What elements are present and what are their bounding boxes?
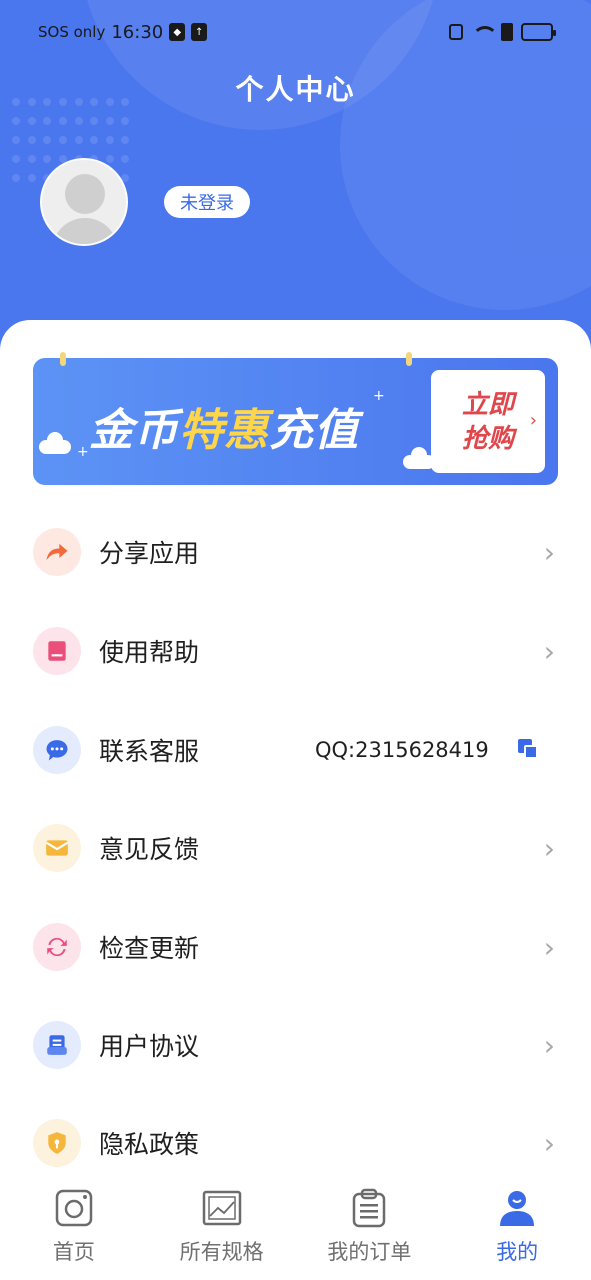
menu-label: 分享应用 xyxy=(99,539,200,568)
book-icon xyxy=(33,627,81,675)
status-left: SOS only 16:30 ◆ ↑ xyxy=(38,21,208,43)
camera-icon xyxy=(54,1188,94,1228)
menu-label: 检查更新 xyxy=(99,934,200,963)
banner-pin xyxy=(406,352,412,366)
login-status-button[interactable]: 未登录 xyxy=(164,186,250,218)
menu-item-privacy[interactable]: 隐私政策 › xyxy=(0,1094,591,1192)
tab-mine[interactable]: 我的 xyxy=(443,1188,591,1266)
avatar[interactable] xyxy=(40,158,128,246)
document-icon xyxy=(33,1021,81,1069)
status-right xyxy=(449,23,556,41)
cloud-icon xyxy=(39,432,71,454)
tab-label: 首页 xyxy=(52,1240,95,1264)
menu-label: 用户协议 xyxy=(99,1032,200,1061)
avatar-body xyxy=(52,218,118,244)
chevron-right-icon: › xyxy=(543,634,555,668)
menu-item-contact[interactable]: 联系客服 QQ:2315628419 xyxy=(0,701,591,799)
menu-item-feedback[interactable]: 意见反馈 › xyxy=(0,799,591,897)
shield-status-icon: ◆ xyxy=(169,23,186,41)
tab-all-specs[interactable]: 所有规格 xyxy=(148,1188,296,1266)
chevron-right-icon: › xyxy=(543,535,555,569)
chevron-right-icon: › xyxy=(543,831,555,865)
copy-icon[interactable] xyxy=(518,739,540,761)
qq-number: QQ:2315628419 xyxy=(315,738,489,762)
wifi-icon xyxy=(471,24,498,40)
clock-time: 16:30 xyxy=(111,21,164,43)
shield-icon xyxy=(33,1119,81,1167)
tab-label: 所有规格 xyxy=(179,1240,264,1264)
user-icon xyxy=(497,1188,537,1228)
alert-icon xyxy=(501,23,513,41)
tab-home[interactable]: 首页 xyxy=(0,1188,148,1266)
tab-label: 我的订单 xyxy=(327,1240,412,1264)
chevron-right-icon: › xyxy=(529,410,537,431)
sparkle-icon: + xyxy=(373,388,385,404)
battery-icon xyxy=(521,23,556,41)
chevron-right-icon: › xyxy=(543,1126,555,1160)
menu-label: 使用帮助 xyxy=(99,638,200,667)
menu-item-agreement[interactable]: 用户协议 › xyxy=(0,996,591,1094)
avatar-head xyxy=(65,174,105,214)
upload-status-icon: ↑ xyxy=(191,23,208,41)
chat-icon xyxy=(33,726,81,774)
tab-label: 我的 xyxy=(496,1240,539,1264)
buy-now-ticket[interactable]: 立即 抢购 › xyxy=(431,370,545,473)
menu-label: 意见反馈 xyxy=(99,835,200,864)
sparkle-icon: + xyxy=(77,444,89,460)
chevron-right-icon: › xyxy=(543,930,555,964)
tab-my-orders[interactable]: 我的订单 xyxy=(296,1188,444,1266)
menu-item-share[interactable]: 分享应用 › xyxy=(0,503,591,601)
menu-label: 联系客服 xyxy=(99,737,200,766)
carrier-text: SOS only xyxy=(38,23,106,41)
page-title: 个人中心 xyxy=(235,73,356,106)
buy-now-text: 立即 抢购 xyxy=(461,389,514,454)
menu-item-update[interactable]: 检查更新 › xyxy=(0,898,591,996)
chevron-right-icon: › xyxy=(543,1028,555,1062)
banner-title: 金币特惠充值 xyxy=(89,405,359,456)
clipboard-icon xyxy=(349,1188,389,1228)
share-icon xyxy=(33,528,81,576)
mail-icon xyxy=(33,824,81,872)
bottom-tab-bar: 首页 所有规格 我的订单 我的 xyxy=(0,1180,591,1280)
refresh-icon xyxy=(33,923,81,971)
menu-item-help[interactable]: 使用帮助 › xyxy=(0,602,591,700)
recharge-banner[interactable]: + + 金币特惠充值 立即 抢购 › xyxy=(33,352,558,485)
nfc-icon xyxy=(449,24,463,40)
menu-label: 隐私政策 xyxy=(99,1130,200,1159)
banner-pin xyxy=(60,352,66,366)
image-icon xyxy=(202,1188,242,1228)
status-bar: SOS only 16:30 ◆ ↑ xyxy=(0,0,591,64)
